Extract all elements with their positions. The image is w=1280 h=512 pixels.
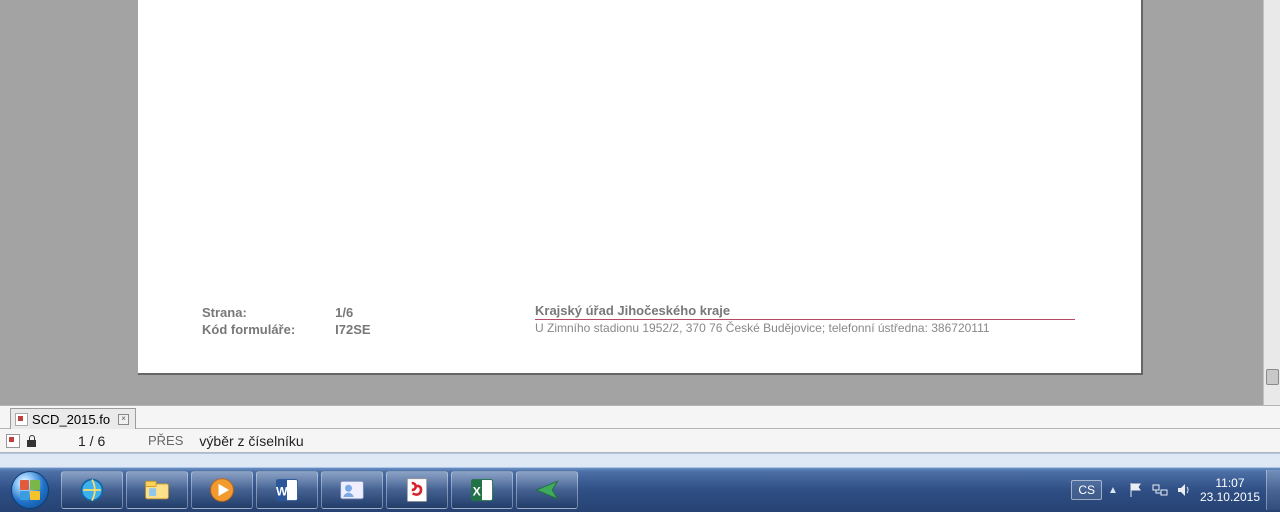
insert-mode[interactable]: PŘES (148, 433, 183, 448)
document-page: Strana: 1/6 Kód formuláře: I72SE Krajský… (138, 0, 1143, 375)
network-icon[interactable] (1152, 482, 1168, 498)
document-filename: SCD_2015.fo (32, 412, 110, 427)
page-counter: 1 / 6 (78, 433, 118, 449)
lock-icon (26, 435, 38, 447)
clock-time: 11:07 (1200, 476, 1260, 490)
status-bar: 1 / 6 PŘES výběr z číselníku (0, 429, 1280, 453)
svg-text:W: W (276, 484, 288, 498)
page-value: 1/6 (305, 305, 378, 320)
taskbar-internet-explorer[interactable] (61, 471, 123, 509)
tray-overflow-icon[interactable]: ▲ (1108, 485, 1118, 496)
vertical-scrollbar[interactable] (1263, 0, 1280, 405)
org-address: U Zimního stadionu 1952/2, 370 76 České … (535, 321, 1075, 335)
status-doc-icon (6, 434, 20, 448)
org-name: Krajský úřad Jihočeského kraje (535, 303, 1075, 320)
language-indicator[interactable]: CS (1071, 480, 1102, 500)
start-button[interactable] (2, 468, 57, 512)
windows-logo-icon (11, 471, 49, 509)
show-desktop-button[interactable] (1266, 470, 1280, 510)
tab-close-button[interactable]: × (118, 414, 129, 425)
document-icon (15, 413, 28, 426)
page-canvas[interactable]: Strana: 1/6 Kód formuláře: I72SE Krajský… (10, 0, 1260, 405)
editor-viewport: Strana: 1/6 Kód formuláře: I72SE Krajský… (0, 0, 1280, 405)
taskbar-excel[interactable]: X (451, 471, 513, 509)
form-code-label: Kód formuláře: (202, 322, 303, 337)
taskbar-contacts[interactable] (321, 471, 383, 509)
taskbar-word[interactable]: W (256, 471, 318, 509)
field-description: výběr z číselníku (199, 433, 303, 449)
footer-right: Krajský úřad Jihočeského kraje U Zimního… (535, 303, 1075, 335)
svg-text:X: X (473, 484, 482, 498)
system-tray: CS ▲ 11:07 23.10.2015 (1071, 468, 1280, 512)
taskbar-adobe-reader[interactable] (386, 471, 448, 509)
taskbar-media-player[interactable] (191, 471, 253, 509)
flag-icon[interactable] (1128, 482, 1144, 498)
taskbar-file-explorer[interactable] (126, 471, 188, 509)
footer-left: Strana: 1/6 Kód formuláře: I72SE (200, 303, 381, 339)
page-label: Strana: (202, 305, 303, 320)
window-gap (0, 453, 1280, 468)
scroll-thumb[interactable] (1266, 369, 1279, 385)
document-tab-strip: SCD_2015.fo × (0, 405, 1280, 429)
taskbar: W X CS ▲ 11:07 23.10.2015 (0, 468, 1280, 512)
clock[interactable]: 11:07 23.10.2015 (1200, 476, 1260, 504)
document-tab[interactable]: SCD_2015.fo × (10, 408, 136, 429)
taskbar-form-app[interactable] (516, 471, 578, 509)
clock-date: 23.10.2015 (1200, 490, 1260, 504)
form-code-value: I72SE (305, 322, 378, 337)
taskbar-items: W X (61, 468, 578, 512)
volume-icon[interactable] (1176, 482, 1192, 498)
